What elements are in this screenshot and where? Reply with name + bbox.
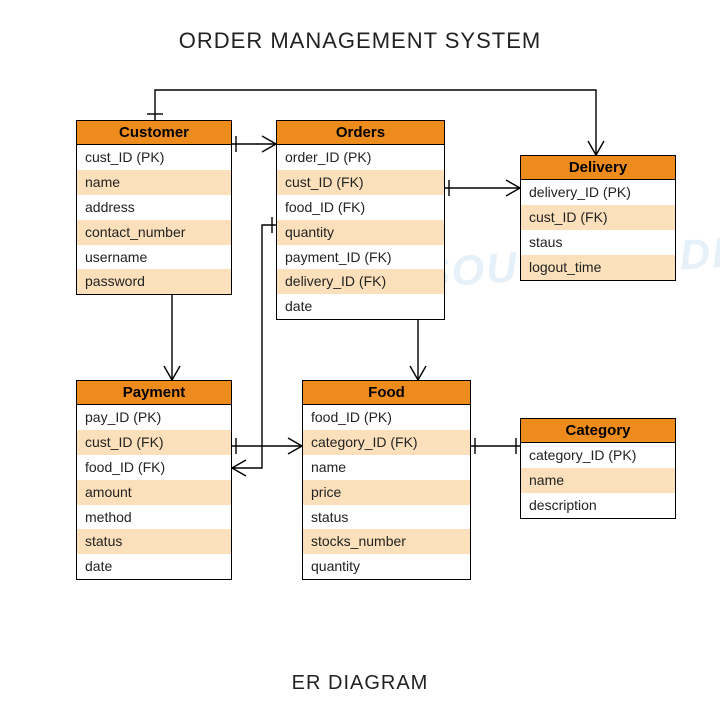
field: price bbox=[303, 480, 470, 505]
field: order_ID (PK) bbox=[277, 145, 444, 170]
field: category_ID (FK) bbox=[303, 430, 470, 455]
entity-delivery-header: Delivery bbox=[521, 156, 675, 180]
field: status bbox=[77, 529, 231, 554]
field: date bbox=[77, 554, 231, 579]
field: name bbox=[521, 468, 675, 493]
field: category_ID (PK) bbox=[521, 443, 675, 468]
connector-lines bbox=[0, 0, 720, 720]
field: date bbox=[277, 294, 444, 319]
entity-payment-header: Payment bbox=[77, 381, 231, 405]
field: food_ID (FK) bbox=[277, 195, 444, 220]
entity-food-header: Food bbox=[303, 381, 470, 405]
entity-delivery: Delivery delivery_ID (PK) cust_ID (FK) s… bbox=[520, 155, 676, 281]
field: description bbox=[521, 493, 675, 518]
field: amount bbox=[77, 480, 231, 505]
entity-orders-header: Orders bbox=[277, 121, 444, 145]
entity-payment: Payment pay_ID (PK) cust_ID (FK) food_ID… bbox=[76, 380, 232, 580]
field: quantity bbox=[277, 220, 444, 245]
field: method bbox=[77, 505, 231, 530]
field: delivery_ID (PK) bbox=[521, 180, 675, 205]
field: cust_ID (PK) bbox=[77, 145, 231, 170]
entity-food: Food food_ID (PK) category_ID (FK) name … bbox=[302, 380, 471, 580]
field: cust_ID (FK) bbox=[77, 430, 231, 455]
entity-category: Category category_ID (PK) name descripti… bbox=[520, 418, 676, 519]
field: cust_ID (FK) bbox=[521, 205, 675, 230]
field: contact_number bbox=[77, 220, 231, 245]
field: username bbox=[77, 245, 231, 270]
field: food_ID (PK) bbox=[303, 405, 470, 430]
field: cust_ID (FK) bbox=[277, 170, 444, 195]
field: stocks_number bbox=[303, 529, 470, 554]
diagram-subtitle: ER DIAGRAM bbox=[0, 672, 720, 695]
field: delivery_ID (FK) bbox=[277, 269, 444, 294]
entity-customer-header: Customer bbox=[77, 121, 231, 145]
field: name bbox=[303, 455, 470, 480]
diagram-title: ORDER MANAGEMENT SYSTEM bbox=[0, 28, 720, 54]
field: staus bbox=[521, 230, 675, 255]
field: address bbox=[77, 195, 231, 220]
entity-orders: Orders order_ID (PK) cust_ID (FK) food_I… bbox=[276, 120, 445, 320]
field: name bbox=[77, 170, 231, 195]
entity-category-header: Category bbox=[521, 419, 675, 443]
field: payment_ID (FK) bbox=[277, 245, 444, 270]
entity-customer: Customer cust_ID (PK) name address conta… bbox=[76, 120, 232, 295]
field: password bbox=[77, 269, 231, 294]
field: logout_time bbox=[521, 255, 675, 280]
field: quantity bbox=[303, 554, 470, 579]
field: pay_ID (PK) bbox=[77, 405, 231, 430]
field: status bbox=[303, 505, 470, 530]
field: food_ID (FK) bbox=[77, 455, 231, 480]
